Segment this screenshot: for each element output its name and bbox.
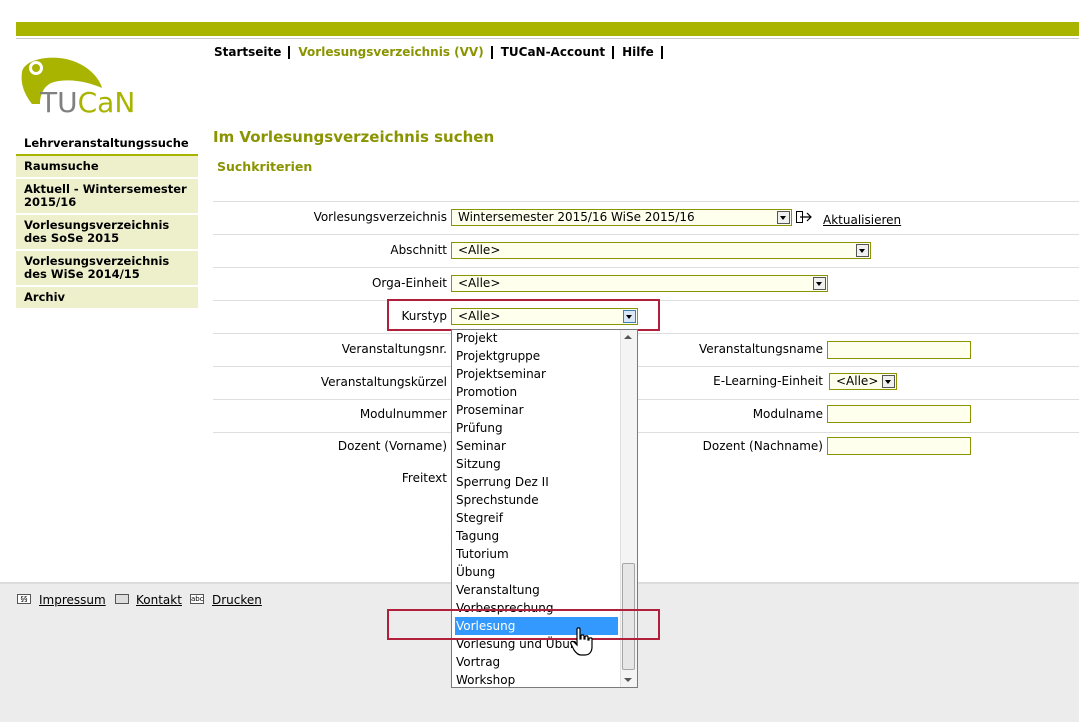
nav-hilfe[interactable]: Hilfe	[622, 46, 663, 59]
vkuerzel-label: Veranstaltungskürzel	[320, 375, 447, 389]
nav-tucan-account[interactable]: TUCaN-Account	[501, 46, 615, 59]
row-divider	[213, 366, 1079, 367]
highlight-box-kurstyp	[387, 299, 660, 331]
sidebar-item-lehrveranstaltungssuche[interactable]: Lehrveranstaltungssuche	[16, 133, 198, 156]
modulname-input[interactable]	[827, 405, 971, 423]
refresh-link[interactable]: Aktualisieren	[823, 213, 901, 227]
row-divider	[213, 333, 1079, 334]
freitext-label: Freitext	[401, 471, 447, 485]
header-bar	[16, 22, 1079, 36]
nav-startseite[interactable]: Startseite	[214, 46, 291, 59]
orga-select-value: <Alle>	[458, 276, 501, 290]
header-divider	[16, 38, 1079, 39]
dropdown-option[interactable]: Tutorium	[455, 545, 618, 563]
row-divider	[213, 201, 1079, 202]
dropdown-option[interactable]: Sperrung Dez II	[455, 473, 618, 491]
section-title: Suchkriterien	[217, 159, 313, 174]
elearning-select[interactable]: <Alle>	[829, 373, 897, 390]
page-title: Im Vorlesungsverzeichnis suchen	[213, 128, 495, 146]
impressum-link[interactable]: Impressum	[39, 593, 106, 607]
orga-select[interactable]: <Alle>	[451, 275, 828, 292]
logo-text-tu: TU	[40, 86, 78, 119]
dropdown-option[interactable]: Stegreif	[455, 509, 618, 527]
dropdown-option[interactable]: Sprechstunde	[455, 491, 618, 509]
dropdown-option[interactable]: Sitzung	[455, 455, 618, 473]
row-divider	[213, 399, 1079, 400]
top-navigation: Startseite Vorlesungsverzeichnis (VV) TUCa…	[214, 45, 671, 59]
kontakt-link[interactable]: Kontakt	[136, 593, 182, 607]
impressum-icon: §§	[17, 594, 31, 604]
sidebar-item-vv-sose-2015[interactable]: Vorlesungsverzeichnis des SoSe 2015	[16, 215, 198, 251]
elearning-select-value: <Alle>	[836, 374, 879, 388]
sidebar: Lehrveranstaltungssuche Raumsuche Aktuel…	[16, 133, 198, 310]
dropdown-option[interactable]: Übung	[455, 563, 618, 581]
nav-vorlesungsverzeichnis[interactable]: Vorlesungsverzeichnis (VV)	[298, 46, 493, 59]
orga-label: Orga-Einheit	[371, 276, 447, 290]
dropdown-option[interactable]: Projekt	[455, 330, 618, 347]
dropdown-option[interactable]: Promotion	[455, 383, 618, 401]
print-icon: abc	[190, 594, 204, 604]
vv-label: Vorlesungsverzeichnis	[313, 210, 447, 224]
scroll-up-arrow-icon[interactable]	[624, 335, 632, 339]
mail-icon	[115, 594, 129, 604]
modulnr-label: Modulnummer	[359, 407, 447, 421]
drucken-link[interactable]: Drucken	[212, 593, 262, 607]
dropdown-option[interactable]: Proseminar	[455, 401, 618, 419]
dozent-nachname-input[interactable]	[827, 437, 971, 455]
highlight-box-vorlesung	[387, 609, 660, 640]
dropdown-option[interactable]: Prüfung	[455, 419, 618, 437]
chevron-down-icon[interactable]	[813, 277, 826, 290]
dropdown-option[interactable]: Veranstaltung	[455, 581, 618, 599]
dropdown-option[interactable]: Workshop	[455, 671, 618, 687]
dropdown-option[interactable]: Tagung	[455, 527, 618, 545]
scroll-down-arrow-icon[interactable]	[624, 678, 632, 682]
sidebar-item-archiv[interactable]: Archiv	[16, 287, 198, 310]
modulname-label: Modulname	[752, 407, 823, 421]
dropdown-option[interactable]: Projektseminar	[455, 365, 618, 383]
abschnitt-select[interactable]: <Alle>	[451, 242, 871, 259]
chevron-down-icon[interactable]	[777, 211, 790, 224]
logo-wordmark: TUCaN	[40, 86, 135, 119]
hand-cursor-icon	[570, 627, 594, 657]
vv-select[interactable]: Wintersemester 2015/16 WiSe 2015/16	[451, 209, 792, 226]
dropdown-option[interactable]: Projektgruppe	[455, 347, 618, 365]
row-divider	[213, 234, 1079, 235]
dropdown-option[interactable]: Seminar	[455, 437, 618, 455]
vnr-label: Veranstaltungsnr.	[341, 342, 447, 356]
abschnitt-select-value: <Alle>	[458, 243, 501, 257]
row-divider	[213, 267, 1079, 268]
dozent-nachname-label: Dozent (Nachname)	[702, 439, 823, 453]
abschnitt-label: Abschnitt	[390, 243, 447, 257]
vname-input[interactable]	[827, 341, 971, 359]
row-divider	[213, 432, 1079, 433]
sidebar-item-raumsuche[interactable]: Raumsuche	[16, 156, 198, 179]
sidebar-item-vv-wise-2014[interactable]: Vorlesungsverzeichnis des WiSe 2014/15	[16, 251, 198, 287]
chevron-down-icon[interactable]	[882, 375, 895, 388]
chevron-down-icon[interactable]	[856, 244, 869, 257]
vname-label: Veranstaltungsname	[698, 342, 823, 356]
sidebar-item-aktuell[interactable]: Aktuell - Wintersemester 2015/16	[16, 179, 198, 215]
elearning-label: E-Learning-Einheit	[713, 374, 823, 388]
dozent-vorname-label: Dozent (Vorname)	[337, 439, 447, 453]
vv-select-value: Wintersemester 2015/16 WiSe 2015/16	[458, 210, 695, 224]
refresh-arrow-icon[interactable]	[796, 210, 814, 228]
logo-text-can: CaN	[77, 86, 136, 119]
